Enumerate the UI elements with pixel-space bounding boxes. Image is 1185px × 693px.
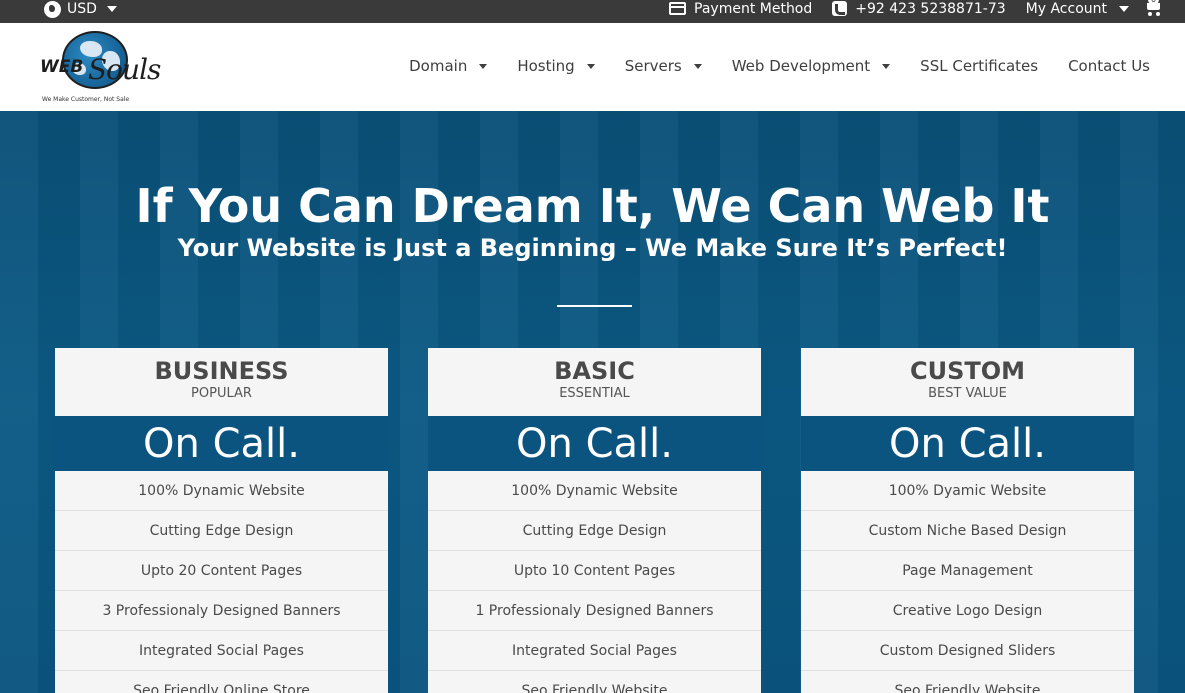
hero-divider: [557, 305, 632, 307]
payment-method-label: Payment Method: [694, 0, 813, 17]
plan-card-business: BUSINESS POPULAR On Call. 100% Dynamic W…: [55, 348, 388, 693]
plan-header: CUSTOM BEST VALUE: [801, 348, 1134, 416]
site-header: WEB Souls We Make Customer, Not Sale Dom…: [0, 23, 1185, 111]
hero-title: If You Can Dream It, We Can Web It: [135, 179, 1050, 233]
plan-feature: 3 Professionaly Designed Banners: [55, 591, 388, 631]
plan-features: 100% Dynamic Website Cutting Edge Design…: [55, 471, 388, 693]
plan-feature: Page Management: [801, 551, 1134, 591]
plan-feature: Integrated Social Pages: [428, 631, 761, 671]
plan-price: On Call.: [801, 416, 1134, 471]
plan-card-custom: CUSTOM BEST VALUE On Call. 100% Dyamic W…: [801, 348, 1134, 693]
phone-icon: [832, 1, 848, 16]
my-account-label: My Account: [1025, 0, 1107, 17]
plan-name: BUSINESS: [154, 357, 289, 385]
currency-selector[interactable]: USD: [44, 0, 117, 18]
nav-web-development-label: Web Development: [731, 57, 871, 75]
plan-feature: Integrated Social Pages: [55, 631, 388, 671]
nav-servers[interactable]: Servers: [625, 57, 702, 75]
plan-name: BASIC: [554, 357, 635, 385]
card-icon: [669, 2, 687, 15]
plan-feature: Custom Niche Based Design: [801, 511, 1134, 551]
nav-domain-label: Domain: [409, 57, 468, 75]
nav-contact-us[interactable]: Contact Us: [1068, 57, 1150, 75]
nav-hosting-label: Hosting: [517, 57, 575, 75]
plan-feature: Cutting Edge Design: [428, 511, 761, 551]
plan-feature: Seo Friendly Online Store: [55, 671, 388, 693]
plan-feature: Seo Friendly Website: [428, 671, 761, 693]
plan-header: BUSINESS POPULAR: [55, 348, 388, 416]
plan-card-basic: BASIC ESSENTIAL On Call. 100% Dynamic We…: [428, 348, 761, 693]
plan-tag: BEST VALUE: [928, 386, 1007, 401]
phone-link[interactable]: +92 423 5238871-73: [832, 0, 1006, 17]
nav-ssl-certificates-label: SSL Certificates: [920, 57, 1039, 75]
plan-name: CUSTOM: [909, 357, 1026, 385]
plan-feature: Upto 20 Content Pages: [55, 551, 388, 591]
my-account-menu[interactable]: My Account: [1026, 1, 1129, 17]
hero-subtitle: Your Website is Just a Beginning – We Ma…: [177, 234, 1008, 262]
nav-domain[interactable]: Domain: [409, 57, 488, 75]
nav-web-development[interactable]: Web Development: [731, 57, 891, 75]
plan-feature: 1 Professionaly Designed Banners: [428, 591, 761, 631]
logo-word-web: WEB: [40, 57, 84, 77]
nav-contact-us-label: Contact Us: [1068, 57, 1150, 75]
nav-servers-label: Servers: [624, 57, 682, 75]
plan-features: 100% Dynamic Website Cutting Edge Design…: [428, 471, 761, 693]
plan-price: On Call.: [428, 416, 761, 471]
plan-tag: ESSENTIAL: [559, 386, 630, 401]
phone-number: +92 423 5238871-73: [855, 0, 1006, 17]
plan-header: BASIC ESSENTIAL: [428, 348, 761, 416]
plan-feature: Seo Friendly Website: [801, 671, 1134, 693]
plan-feature: Cutting Edge Design: [55, 511, 388, 551]
nav-ssl-certificates[interactable]: SSL Certificates: [920, 57, 1038, 75]
top-bar-links: Payment Method +92 423 5238871-73 My Acc…: [669, 0, 1151, 17]
chevron-down-icon: [479, 63, 488, 69]
currency-label: USD: [67, 1, 97, 17]
plan-feature: 100% Dyamic Website: [801, 471, 1134, 511]
chevron-down-icon: [882, 63, 891, 69]
top-bar: USD Payment Method +92 423 5238871-73 My…: [0, 0, 1185, 23]
plan-features: 100% Dyamic Website Custom Niche Based D…: [801, 471, 1134, 693]
plan-feature: 100% Dynamic Website: [55, 471, 388, 511]
chevron-down-icon: [586, 63, 595, 69]
globe-icon: [44, 0, 61, 18]
plan-feature: Upto 10 Content Pages: [428, 551, 761, 591]
websouls-logo[interactable]: WEB Souls We Make Customer, Not Sale: [40, 29, 161, 105]
plan-feature: 100% Dynamic Website: [428, 471, 761, 511]
plan-feature: Custom Designed Sliders: [801, 631, 1134, 671]
payment-method-link[interactable]: Payment Method: [669, 1, 812, 17]
nav-hosting[interactable]: Hosting: [517, 57, 595, 75]
plan-feature: Creative Logo Design: [801, 591, 1134, 631]
plan-tag: POPULAR: [191, 386, 252, 401]
main-nav: Domain Hosting Servers Web Development S…: [409, 57, 1150, 75]
plan-price: On Call.: [55, 416, 388, 471]
chevron-down-icon: [1119, 5, 1129, 12]
chevron-down-icon: [693, 63, 702, 69]
chevron-down-icon: [106, 6, 117, 12]
hero-section: If You Can Dream It, We Can Web It Your …: [0, 111, 1185, 693]
logo-tagline: We Make Customer, Not Sale: [42, 96, 130, 103]
logo-word-souls: Souls: [88, 53, 161, 86]
